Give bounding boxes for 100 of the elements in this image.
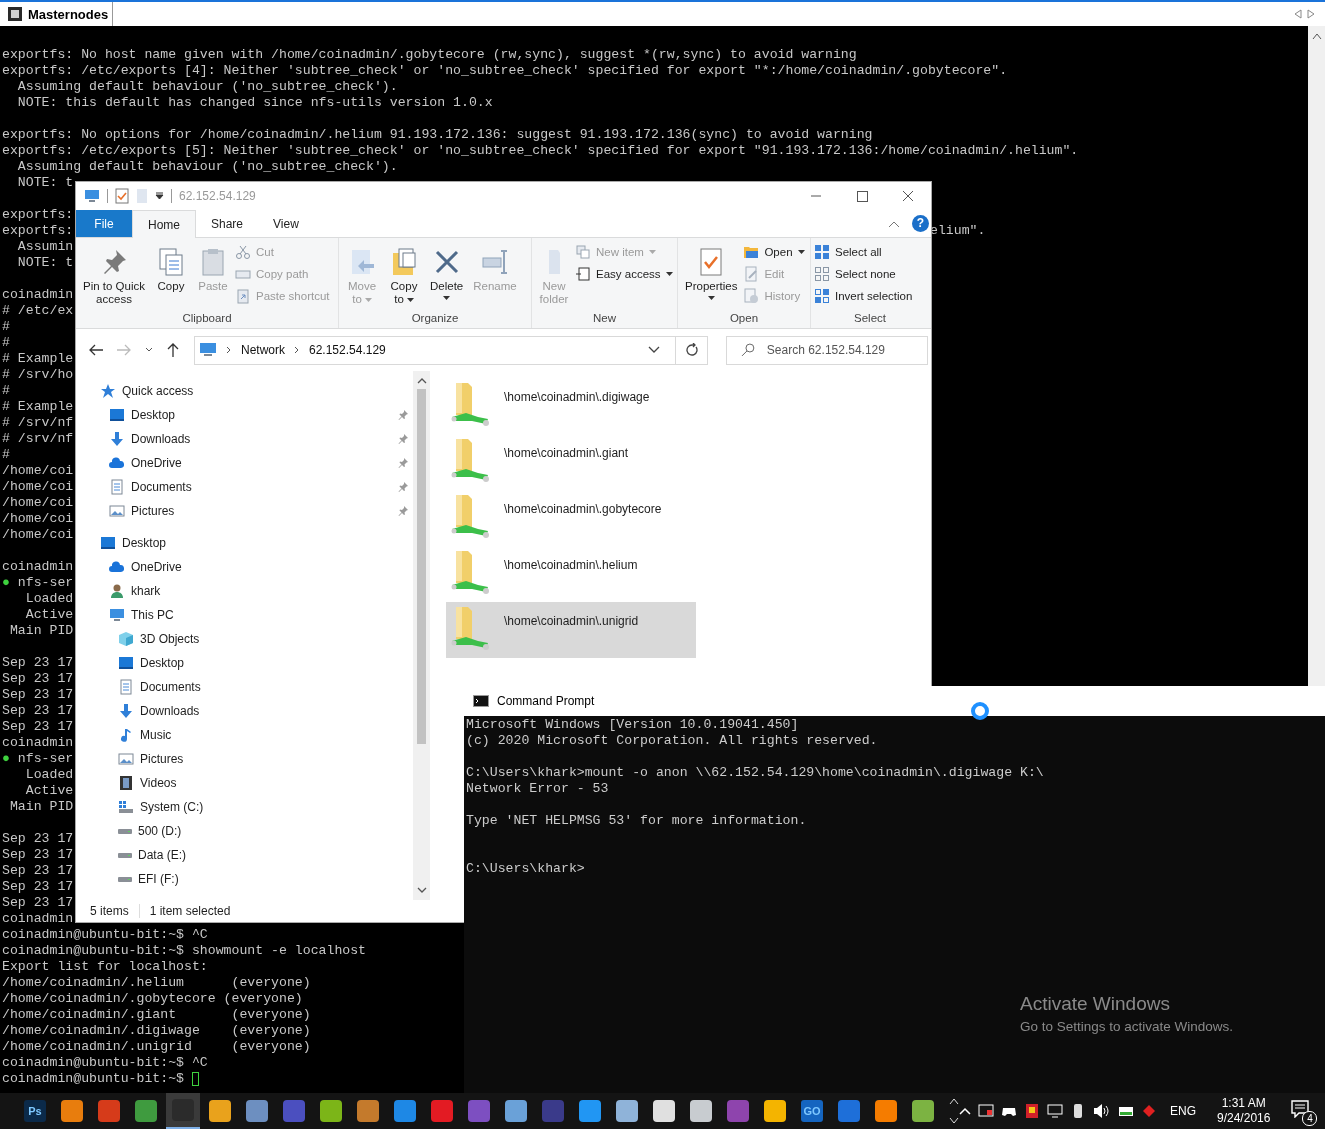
ribbon-button[interactable]: Copy (151, 241, 191, 310)
scroll-right-icon[interactable] (1307, 9, 1315, 19)
ribbon-tab[interactable]: Home (132, 210, 196, 238)
chevron-down-icon[interactable] (144, 346, 154, 354)
terminal-line: coinadmin (2, 735, 74, 750)
language-indicator[interactable]: ENG (1170, 1104, 1196, 1118)
nav-item[interactable]: OneDrive (131, 560, 182, 574)
search-input[interactable]: Search 62.152.54.129 (764, 342, 927, 358)
speaker-icon[interactable] (1093, 1103, 1111, 1119)
nav-item[interactable]: Pictures (140, 752, 184, 766)
checked-page-icon[interactable] (115, 188, 129, 204)
ribbon-button[interactable]: Open (743, 243, 805, 261)
download-arrow-icon (118, 703, 134, 719)
help-button[interactable]: ? (912, 215, 929, 232)
clipboard-shortcut-icon (235, 288, 251, 304)
nav-item[interactable]: khark (131, 584, 161, 598)
picture-icon (118, 751, 134, 767)
group-label: Organize (410, 311, 460, 326)
scrollbar-thumb[interactable] (417, 389, 426, 744)
terminal-line: Main PID (8, 623, 74, 638)
nav-item[interactable]: Desktop (131, 408, 176, 422)
nav-item[interactable]: Downloads (131, 432, 191, 446)
breadcrumb[interactable]: 62.152.54.129 (309, 343, 386, 357)
nav-item[interactable]: OneDrive (131, 456, 182, 470)
monitor-icon[interactable] (1047, 1103, 1063, 1119)
nav-item[interactable]: Documents (131, 480, 192, 494)
ribbon-button[interactable]: Properties (681, 241, 742, 310)
scroll-up-icon[interactable] (1311, 32, 1322, 40)
screen-icon[interactable] (978, 1103, 994, 1119)
nav-item[interactable]: Quick access (122, 384, 194, 398)
taskbar-button[interactable]: Ps (18, 1093, 52, 1129)
ribbon-tab[interactable]: Share (196, 210, 259, 237)
console-line: Network Error - 53 (466, 781, 609, 796)
network-folder-icon (450, 493, 490, 541)
folder-item[interactable]: \home\coinadmin\.unigrid (446, 602, 696, 658)
terminal-line: /home/coinadmin/.helium (everyone) (2, 975, 311, 990)
nav-item[interactable]: Desktop (140, 656, 185, 670)
scroll-left-icon[interactable] (1294, 9, 1302, 19)
nav-item[interactable]: 3D Objects (140, 632, 200, 646)
nav-item[interactable]: Desktop (122, 536, 167, 550)
refresh-icon[interactable] (685, 343, 699, 357)
search-icon (741, 343, 755, 357)
clock[interactable]: 1:31 AM 9/24/2016 (1217, 1096, 1271, 1126)
scroll-arrows-icon[interactable] (949, 1096, 959, 1126)
nav-item[interactable]: Pictures (131, 504, 175, 518)
chevron-up-icon[interactable] (959, 1107, 971, 1115)
scrollbar[interactable] (413, 371, 430, 900)
folder-item[interactable]: \home\coinadmin\.gobytecore (446, 490, 696, 546)
terminal-line: Sep 23 17 (2, 831, 74, 846)
cloud-icon (109, 455, 125, 471)
address-bar[interactable]: Network 62.152.54.129 (194, 335, 708, 365)
scroll-down-icon[interactable] (416, 886, 427, 894)
console-line: C:\Users\khark>mount -o anon \\62.152.54.129\home\coinadmin\.digiwage K:\ (466, 765, 1044, 780)
nav-item[interactable]: Data (E:) (138, 848, 186, 862)
back-arrow-icon[interactable] (88, 343, 104, 357)
nav-item[interactable]: System (C:) (140, 800, 204, 814)
terminal-line: Sep 23 17 (2, 719, 74, 734)
system-drive-icon (118, 799, 134, 815)
ribbon-button[interactable]: Copy to (384, 241, 424, 310)
breadcrumb[interactable]: Network (241, 343, 285, 357)
ribbon-button[interactable]: Easy access (575, 265, 673, 283)
nav-item[interactable]: Downloads (140, 704, 200, 718)
console-line: Type 'NET HELPMSG 53' for more information. (466, 813, 807, 828)
nav-item[interactable]: EFI (F:) (138, 872, 179, 886)
chevron-down-icon[interactable] (648, 346, 660, 354)
scrollbar[interactable] (1308, 26, 1325, 686)
terminal-line: /home/coi (2, 511, 74, 526)
group-label: Open (728, 311, 760, 326)
status-dot: ● (2, 751, 10, 766)
folder-item[interactable]: \home\coinadmin\.giant (446, 434, 696, 490)
taskbar-button[interactable] (166, 1093, 200, 1129)
window-title: 62.152.54.129 (179, 189, 256, 203)
ribbon-button[interactable]: Select all (814, 243, 913, 261)
nav-item[interactable]: 500 (D:) (138, 824, 182, 838)
scroll-up-icon[interactable] (416, 377, 427, 385)
folder-item[interactable]: \home\coinadmin\.helium (446, 546, 696, 602)
cloud-icon (109, 559, 125, 575)
nav-item[interactable]: Documents (140, 680, 201, 694)
search-field[interactable]: Search 62.152.54.129 (726, 335, 928, 365)
ribbon-button[interactable]: Pin to Quick access (79, 241, 149, 310)
terminal-line: NOTE: this default has changed since nfs-utils version 1.0.x (16, 95, 493, 110)
nav-item[interactable]: Videos (140, 776, 177, 790)
diamond-icon[interactable] (1141, 1103, 1157, 1119)
ribbon-tab[interactable]: View (258, 210, 314, 237)
folder-item[interactable]: \home\coinadmin\.digiwage (446, 378, 696, 434)
up-arrow-icon[interactable] (166, 342, 180, 358)
ribbon-button[interactable]: Invert selection (814, 287, 913, 305)
terminal-line: # /srv/ho (2, 367, 74, 382)
drive-icon (118, 828, 132, 834)
terminal-line: /home/coinadmin/.gobytecore (everyone) (2, 991, 303, 1006)
caret-icon[interactable] (155, 192, 164, 200)
notification-button[interactable]: 4 (1285, 1096, 1318, 1126)
nav-item[interactable]: Music (140, 728, 172, 742)
warning-icon[interactable] (1024, 1103, 1040, 1119)
ribbon-button[interactable]: Delete (426, 241, 468, 310)
file-tab[interactable]: File (76, 210, 132, 237)
nav-item[interactable]: This PC (131, 608, 174, 622)
status-text: 5 items (90, 904, 129, 918)
ribbon-button[interactable]: Select none (814, 265, 913, 283)
terminal-line: NOTE: t (16, 175, 74, 190)
